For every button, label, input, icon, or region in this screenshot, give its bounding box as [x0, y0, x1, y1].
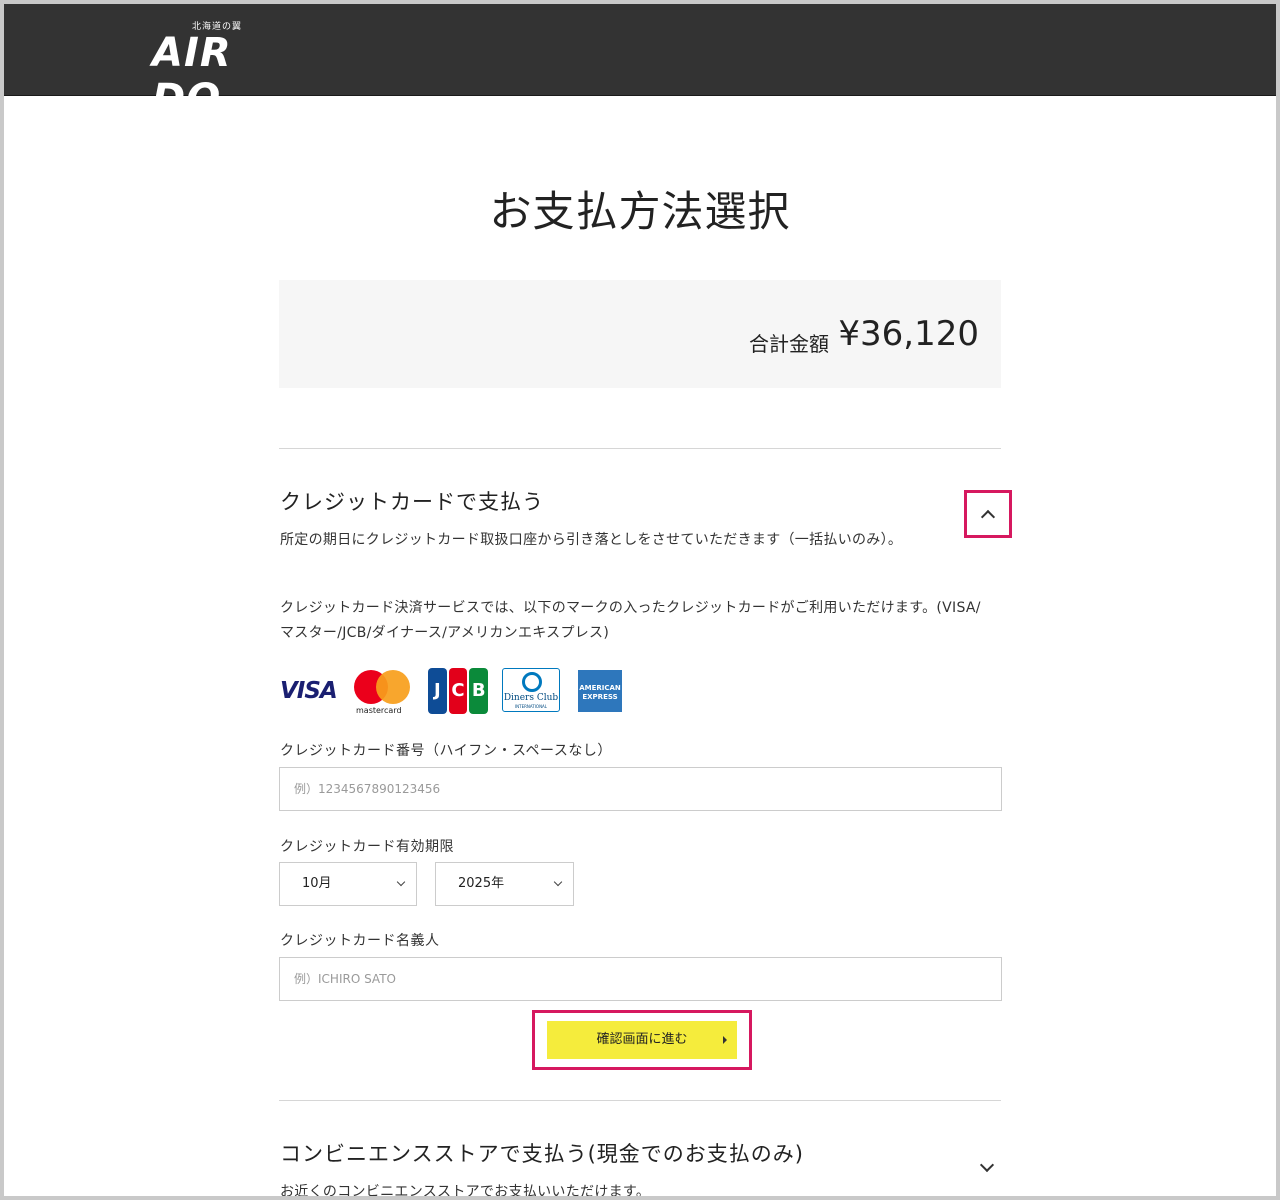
page-title: お支払方法選択	[489, 187, 791, 236]
credit-description: 所定の期日にクレジットカード取扱口座から引き落としをさせていただきます（一括払い…	[280, 532, 903, 548]
credit-section-title[interactable]: クレジットカードで支払う	[280, 486, 544, 516]
mastercard-logo: mastercard	[354, 668, 416, 715]
proceed-button-label: 確認画面に進む	[596, 1032, 688, 1047]
convenience-description: お近くのコンビニエンスストアでお支払いいただけます。	[280, 1184, 651, 1200]
card-number-label: クレジットカード番号（ハイフン・スペースなし）	[280, 743, 612, 759]
jcb-letter-b: B	[469, 668, 489, 714]
submit-highlight: 確認画面に進む	[532, 1010, 752, 1070]
jcb-letter-j: J	[428, 668, 447, 714]
jcb-letter-c: C	[448, 668, 468, 714]
credit-collapse-toggle[interactable]	[964, 490, 1012, 538]
amex-text-line1: AMERICAN	[579, 684, 621, 692]
proceed-to-confirm-button[interactable]: 確認画面に進む	[547, 1021, 737, 1059]
expiry-month-value: 10月	[302, 876, 332, 891]
section-divider	[279, 448, 1001, 449]
card-service-note-line2: マスター/JCB/ダイナース/アメリカンエキスプレス)	[280, 625, 610, 641]
expiry-month-select[interactable]: 10月	[279, 862, 417, 906]
chevron-down-icon	[979, 1157, 995, 1172]
diners-ring-icon	[522, 672, 542, 692]
card-expiry-label: クレジットカード有効期限	[280, 839, 454, 855]
logo-wordmark: AIR DO	[152, 30, 232, 122]
amex-logo: AMERICAN EXPRESS	[578, 670, 622, 712]
site-header: 北海道の翼 AIR DO	[4, 4, 1276, 122]
chevron-down-icon	[553, 877, 563, 887]
chevron-up-icon	[980, 509, 996, 524]
card-service-note-line1: クレジットカード決済サービスでは、以下のマークの入ったクレジットカードがご利用い…	[280, 600, 981, 616]
diners-subtext: INTERNATIONAL	[514, 704, 548, 709]
total-value: ¥36,120	[838, 314, 979, 354]
arrow-right-icon	[723, 1036, 727, 1044]
total-label: 合計金額	[749, 332, 829, 356]
card-holder-label: クレジットカード名義人	[280, 933, 440, 949]
chevron-down-icon	[396, 877, 406, 887]
diners-text: Diners Club	[503, 693, 559, 703]
card-holder-input[interactable]	[279, 957, 1002, 1001]
convenience-expand-toggle[interactable]	[972, 1152, 1002, 1182]
browser-frame: 北海道の翼 AIR DO お支払方法選択 合計金額 ¥36,120 クレジットカ…	[0, 0, 1280, 1200]
airdo-logo[interactable]: 北海道の翼 AIR DO	[152, 16, 302, 122]
expiry-year-value: 2025年	[458, 876, 505, 891]
amex-text-line2: EXPRESS	[582, 693, 618, 701]
total-amount-box: 合計金額 ¥36,120	[279, 280, 1001, 388]
expiry-year-select[interactable]: 2025年	[435, 862, 574, 906]
mastercard-orange-circle	[376, 670, 410, 704]
section-divider	[279, 1100, 1001, 1101]
convenience-section-title[interactable]: コンビニエンスストアで支払う(現金でのお支払のみ)	[280, 1138, 804, 1168]
visa-logo: VISA	[280, 678, 338, 704]
diners-club-logo: Diners Club INTERNATIONAL	[502, 668, 560, 712]
jcb-logo: J C B	[428, 668, 489, 714]
mastercard-text: mastercard	[356, 706, 402, 715]
card-number-input[interactable]	[279, 767, 1002, 811]
